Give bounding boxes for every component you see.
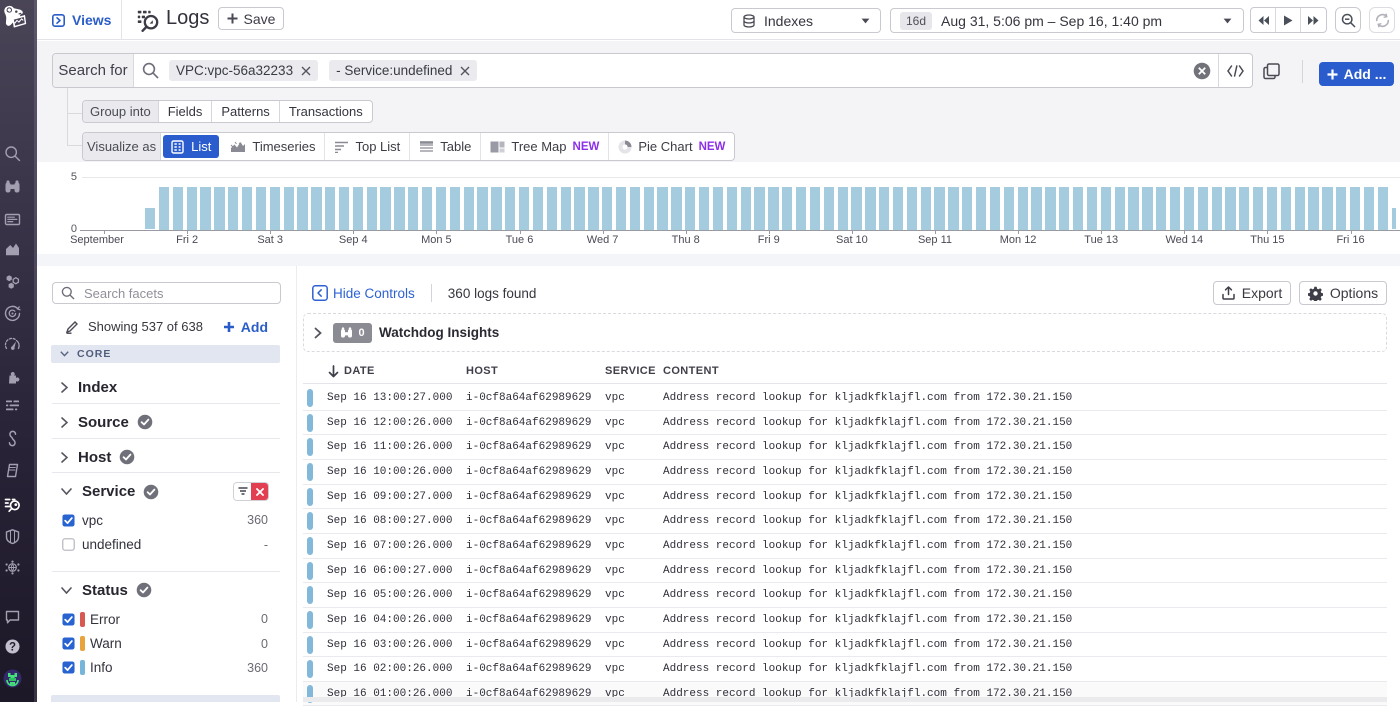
svg-text:?: ?	[9, 641, 16, 653]
